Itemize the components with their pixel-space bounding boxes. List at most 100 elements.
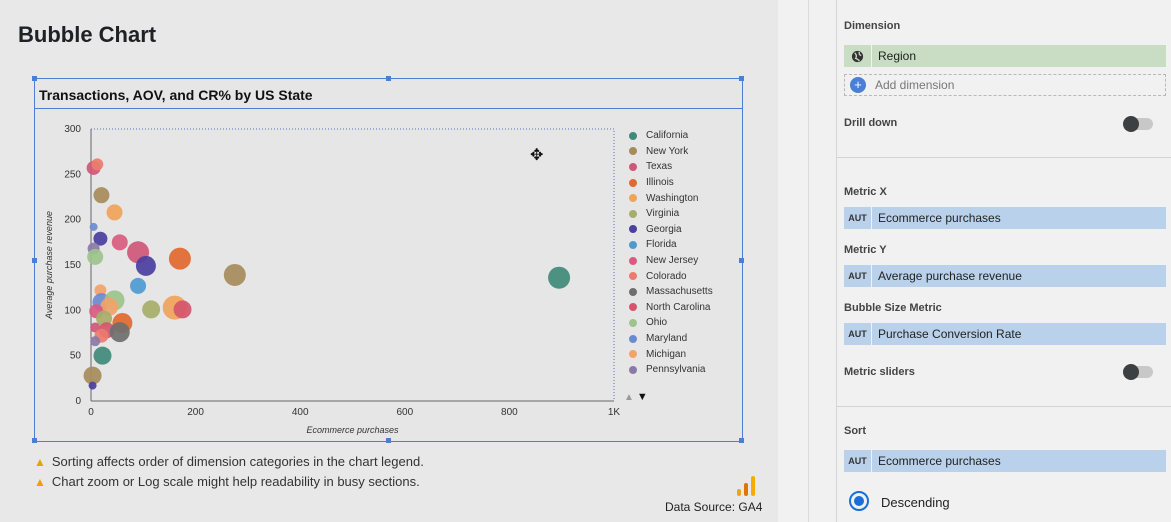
- bubble-point[interactable]: [173, 300, 192, 319]
- legend-item[interactable]: California: [629, 128, 713, 144]
- sort-label: Sort: [844, 425, 866, 437]
- legend-swatch: [629, 162, 637, 171]
- globe-icon: [844, 45, 872, 67]
- legend-swatch: [629, 209, 637, 218]
- legend-item[interactable]: Georgia: [629, 222, 713, 238]
- y-tick-label: 150: [64, 260, 81, 271]
- bubble-point[interactable]: [142, 300, 161, 319]
- canvas-gutter: [778, 0, 836, 522]
- bubble-point[interactable]: [168, 247, 191, 270]
- plot-area-border: [90, 128, 615, 402]
- chart-title: Transactions, AOV, and CR% by US State: [39, 87, 313, 103]
- legend-swatch: [629, 147, 637, 156]
- legend-label: Georgia: [646, 223, 682, 235]
- add-dimension-label: Add dimension: [875, 78, 955, 92]
- resize-handle[interactable]: [739, 438, 744, 443]
- bubble-size-chip[interactable]: AUT Purchase Conversion Rate: [844, 323, 1166, 345]
- y-tick-label: 300: [64, 124, 81, 135]
- y-tick-label: 100: [64, 305, 81, 316]
- bubble-point[interactable]: [91, 158, 104, 171]
- bubble-point[interactable]: [93, 187, 110, 204]
- legend-item[interactable]: Washington: [629, 190, 713, 206]
- legend-swatch: [629, 334, 637, 343]
- legend-label: Florida: [646, 239, 677, 251]
- warning-icon: ▲: [34, 474, 46, 489]
- bubble-point[interactable]: [88, 381, 97, 390]
- legend-item[interactable]: Virginia: [629, 206, 713, 222]
- x-tick-label: 600: [396, 407, 413, 418]
- metric-type-badge: AUT: [844, 207, 872, 229]
- bubble-point[interactable]: [111, 234, 128, 251]
- resize-handle[interactable]: [739, 76, 744, 81]
- legend-label: Washington: [646, 192, 699, 204]
- bubble-point[interactable]: [87, 248, 104, 265]
- metric-x-chip[interactable]: AUT Ecommerce purchases: [844, 207, 1166, 229]
- legend-item[interactable]: Ohio: [629, 315, 713, 331]
- bubble-point[interactable]: [106, 204, 123, 221]
- y-tick-label: 50: [70, 351, 82, 362]
- resize-handle[interactable]: [32, 76, 37, 81]
- warning-icon: ▲: [34, 454, 46, 469]
- legend-swatch: [629, 194, 637, 203]
- panel-divider: [808, 0, 809, 522]
- x-tick-label: 1K: [608, 407, 621, 418]
- descending-label: Descending: [881, 495, 950, 510]
- sort-chip[interactable]: AUT Ecommerce purchases: [844, 450, 1166, 472]
- legend-label: Ohio: [646, 317, 668, 329]
- legend-pager[interactable]: ▲ ▼: [624, 389, 648, 403]
- y-tick-label: 250: [64, 169, 81, 180]
- legend-item[interactable]: Massachusetts: [629, 284, 713, 300]
- metric-y-value: Average purchase revenue: [878, 269, 1022, 283]
- legend-item[interactable]: North Carolina: [629, 300, 713, 316]
- chart-legend: California New York Texas Illinois Washingto…: [629, 128, 713, 378]
- section-divider: [837, 406, 1171, 407]
- bubble-point[interactable]: [89, 222, 98, 231]
- bubble-point[interactable]: [223, 263, 246, 286]
- legend-item[interactable]: Florida: [629, 237, 713, 253]
- metric-y-chip[interactable]: AUT Average purchase revenue: [844, 265, 1166, 287]
- drill-down-toggle[interactable]: [1123, 116, 1153, 132]
- resize-handle[interactable]: [739, 258, 744, 263]
- legend-item[interactable]: New York: [629, 144, 713, 160]
- warning-message: ▲ Chart zoom or Log scale might help rea…: [34, 474, 420, 489]
- legend-label: New York: [646, 145, 689, 157]
- legend-swatch: [629, 272, 637, 281]
- metric-sliders-toggle[interactable]: [1123, 364, 1153, 380]
- legend-next-icon[interactable]: ▼: [637, 391, 648, 403]
- legend-prev-icon[interactable]: ▲: [624, 392, 634, 403]
- metric-type-badge: AUT: [844, 265, 872, 287]
- warning-message: ▲ Sorting affects order of dimension cat…: [34, 454, 424, 469]
- legend-label: New Jersey: [646, 255, 699, 267]
- descending-radio[interactable]: [849, 491, 869, 511]
- legend-swatch: [629, 287, 637, 296]
- bubble-point[interactable]: [548, 266, 571, 289]
- warning-text: Chart zoom or Log scale might help reada…: [51, 474, 420, 489]
- legend-item[interactable]: New Jersey: [629, 253, 713, 269]
- x-tick-label: 200: [187, 407, 204, 418]
- bubble-point[interactable]: [93, 346, 112, 365]
- legend-item[interactable]: Pennsylvania: [629, 362, 713, 378]
- toggle-knob: [1123, 116, 1139, 132]
- plus-icon: +: [850, 77, 866, 93]
- resize-handle[interactable]: [386, 76, 391, 81]
- legend-label: Texas: [646, 161, 673, 173]
- legend-label: Colorado: [646, 270, 687, 282]
- bubble-chart-component[interactable]: Transactions, AOV, and CR% by US State 0…: [32, 76, 744, 443]
- bubble-point[interactable]: [90, 336, 101, 347]
- bubble-point[interactable]: [130, 277, 147, 294]
- bubble-point[interactable]: [135, 255, 156, 276]
- bubble-point[interactable]: [109, 322, 130, 343]
- legend-item[interactable]: Maryland: [629, 331, 713, 347]
- legend-label: Maryland: [646, 333, 688, 345]
- x-tick-label: 800: [501, 407, 518, 418]
- legend-label: North Carolina: [646, 301, 711, 313]
- legend-item[interactable]: Colorado: [629, 268, 713, 284]
- legend-item[interactable]: Texas: [629, 159, 713, 175]
- add-dimension-button[interactable]: + Add dimension: [844, 74, 1166, 96]
- legend-item[interactable]: Illinois: [629, 175, 713, 191]
- dimension-chip-region[interactable]: Region: [844, 45, 1166, 67]
- legend-item[interactable]: Michigan: [629, 346, 713, 362]
- legend-label: Massachusetts: [646, 286, 713, 298]
- warning-text: Sorting affects order of dimension categ…: [51, 454, 424, 469]
- sort-value: Ecommerce purchases: [878, 454, 1001, 468]
